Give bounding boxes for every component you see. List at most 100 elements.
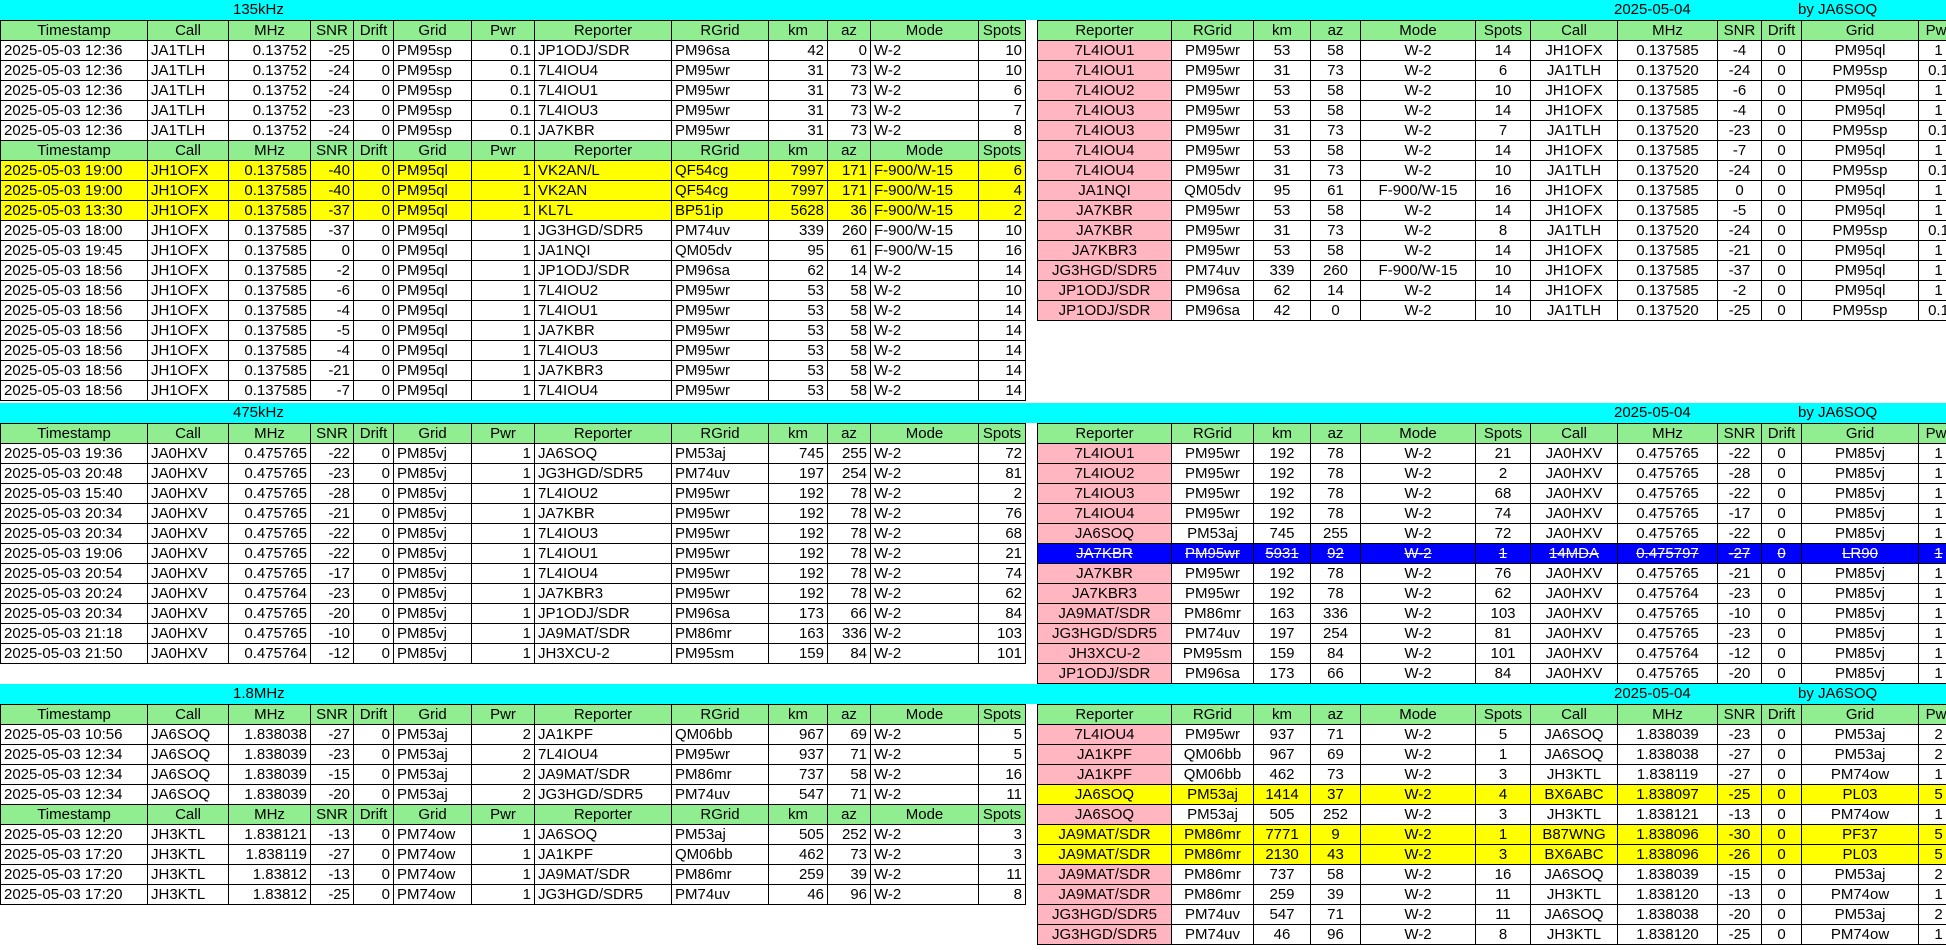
band-label: 475kHz [233,404,284,421]
table-cell: 0 [1761,503,1802,524]
table-cell: 0 [1761,280,1802,301]
table-cell: 53 [768,320,828,341]
column-header: Pwr [1918,423,1946,444]
table-cell: W-2 [1360,483,1476,504]
table-cell: PM95ql [393,300,472,321]
table-cell: 92 [1310,543,1361,564]
header-row: Reporter RGrid km az Mode Spots Call MHz SNR Drif… [1037,704,1946,725]
table-cell: 10 [978,60,1026,81]
table-cell: 42 [1253,300,1311,321]
column-header: Pwr [471,423,535,444]
table-cell: 0 [1761,220,1802,241]
column-header: az [827,804,871,825]
header-row: Reporter RGrid km az Mode Spots Call MHz SNR Drif… [1037,20,1946,41]
table-cell: 0 [353,360,394,381]
column-header: az [827,20,871,41]
table-cell: PM95ql [393,360,472,381]
table-cell: PM95wr [671,80,769,101]
table-cell: JP1ODJ/SDR [534,603,672,624]
table-cell: PM53aj [393,724,472,745]
table-cell: 1 [1918,180,1946,201]
table-cell: 0.137520 [1617,120,1718,141]
table-row: JP1ODJ/SDR PM96sa 173 66 W-2 84 JA0HXV 0.475765… [1037,663,1946,684]
column-header: Timestamp [0,140,148,161]
table-cell: 1.838121 [228,824,311,845]
table-cell: PM85vj [1801,603,1919,624]
table-cell: JA6SOQ [147,784,229,805]
table-cell: -12 [1717,643,1762,664]
table-cell: 2 [1918,904,1946,925]
column-header: RGrid [1171,423,1254,444]
table-cell: 0 [1761,884,1802,905]
table-cell: 1.838039 [228,784,311,805]
table-cell: JA7KBR [534,120,672,141]
column-header: SNR [1717,423,1762,444]
table-row: 2025-05-03 12:34 JA6SOQ 1.838039 -23 0 PM53aj… [0,744,1026,765]
table-cell: 78 [827,543,871,564]
table-row: JA6SOQ PM53aj 505 252 W-2 3 JH3KTL 1.838121 -13 0… [1037,804,1946,825]
reporter-cell: JA1KPF [1037,764,1172,785]
table-cell: PM95wr [671,523,769,544]
reporter-cell: JA9MAT/SDR [1037,884,1172,905]
table-cell: 0 [1761,463,1802,484]
table-row: 2025-05-03 12:20 JH3KTL 1.838121 -13 0 PM74ow… [0,824,1026,845]
table-cell: W-2 [870,503,979,524]
table-cell: PM85vj [1801,623,1919,644]
column-header: MHz [228,804,311,825]
reporter-cell: JA7KBR [1037,563,1172,584]
right-table-1-8mhz: Reporter RGrid km az Mode Spots Call MHz SNR Drif… [1037,704,1946,945]
date-bar: 2025-05-04 by JA6SOQ [1032,0,1946,20]
table-cell: 0 [353,463,394,484]
table-cell: 0.1 [471,60,535,81]
table-cell: 31 [768,100,828,121]
table-cell: JH1OFX [147,320,229,341]
table-cell: W-2 [870,724,979,745]
column-header: Timestamp [0,804,148,825]
table-cell: 81 [1475,623,1531,644]
table-cell: 0.475765 [228,463,311,484]
table-cell: 1 [1918,603,1946,624]
band-label: 135kHz [233,1,284,18]
table-cell: VK2AN/L [534,160,672,181]
table-cell: 0.137585 [228,160,311,181]
table-cell: PM95wr [671,744,769,765]
reporter-cell: JA7KBR [1037,543,1172,564]
column-header: Mode [870,140,979,161]
column-header: RGrid [671,140,769,161]
column-header: Reporter [534,140,672,161]
table-cell: 2025-05-03 21:50 [0,643,148,664]
table-cell: -22 [1717,523,1762,544]
table-cell: W-2 [870,60,979,81]
table-cell: PM95wr [1171,583,1254,604]
table-cell: 14 [1475,280,1531,301]
table-cell: 255 [827,443,871,464]
table-cell: PM95sp [1801,120,1919,141]
table-cell: JA0HXV [1530,503,1618,524]
table-cell: 69 [1310,744,1361,765]
table-cell: 14 [1475,200,1531,221]
table-cell: PM96sa [1171,663,1254,684]
table-cell: 78 [827,483,871,504]
table-cell: 0 [1761,100,1802,121]
table-cell: JA1TLH [147,40,229,61]
table-cell: 3 [978,824,1026,845]
table-cell: -24 [310,120,354,141]
table-cell: 339 [1253,260,1311,281]
table-cell: PM95sm [1171,643,1254,664]
table-cell: -25 [1717,784,1762,805]
table-cell: 1 [1918,643,1946,664]
table-row: 2025-05-03 13:30 JH1OFX 0.137585 -37 0 PM95ql… [0,200,1026,221]
table-cell: 0.1 [1918,220,1946,241]
table-cell: JH1OFX [1530,240,1618,261]
table-cell: 0 [1761,744,1802,765]
table-cell: W-2 [1360,463,1476,484]
table-cell: JA6SOQ [534,443,672,464]
table-cell: 1 [471,523,535,544]
table-cell: PM95ql [393,220,472,241]
table-cell: PM74uv [671,463,769,484]
table-cell: W-2 [1360,784,1476,805]
table-cell: 5 [1475,724,1531,745]
table-cell: PM95wr [1171,240,1254,261]
table-cell: -27 [310,724,354,745]
table-cell: 7L4IOU3 [534,340,672,361]
